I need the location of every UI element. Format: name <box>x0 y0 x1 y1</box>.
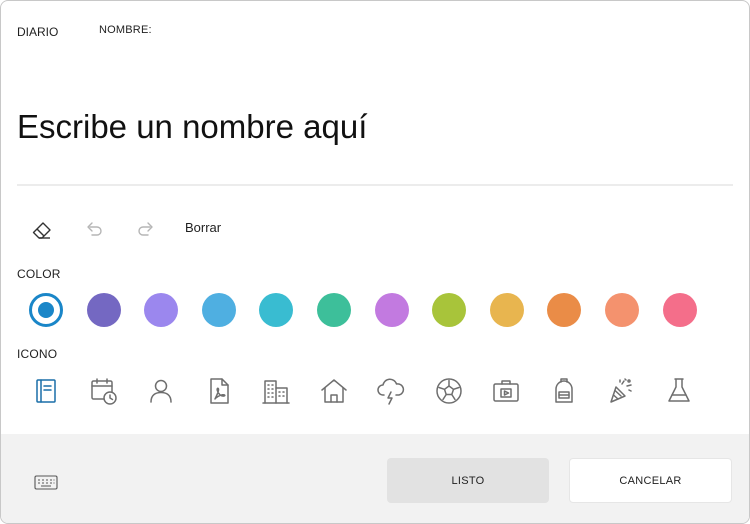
color-swatch[interactable] <box>374 293 409 327</box>
party-popper-icon <box>610 378 632 403</box>
icon-option[interactable] <box>86 371 122 411</box>
eraser-icon <box>32 222 51 239</box>
diario-label: DIARIO <box>17 25 59 39</box>
color-swatch[interactable] <box>144 293 179 327</box>
undo-icon <box>87 222 102 236</box>
color-swatch[interactable] <box>86 293 121 327</box>
color-swatches <box>29 293 729 329</box>
redo-icon <box>138 222 153 236</box>
divider <box>17 184 733 186</box>
color-section-label: COLOR <box>17 267 61 281</box>
color-swatch[interactable] <box>605 293 639 327</box>
icon-option[interactable] <box>373 371 409 411</box>
cancel-button[interactable]: CANCELAR <box>569 458 732 503</box>
color-swatch[interactable] <box>317 293 351 327</box>
backpack-icon <box>554 378 573 403</box>
icon-option[interactable] <box>28 371 64 411</box>
keyboard-icon <box>34 475 58 490</box>
icon-picker <box>29 371 729 411</box>
color-swatch[interactable] <box>662 293 697 327</box>
clear-button[interactable]: Borrar <box>185 220 221 235</box>
color-swatch[interactable] <box>432 293 467 327</box>
icon-option[interactable] <box>143 371 179 411</box>
nombre-label: NOMBRE: <box>99 24 152 36</box>
icon-option[interactable] <box>661 371 697 411</box>
icon-option[interactable] <box>258 371 294 411</box>
flask-icon <box>667 378 690 402</box>
pdf-document-icon <box>209 378 229 404</box>
suitcase-icon <box>493 380 519 402</box>
eraser-button[interactable] <box>25 213 59 247</box>
soccer-ball-icon <box>435 378 462 404</box>
buildings-icon <box>262 380 290 404</box>
calendar-clock-icon <box>90 378 117 405</box>
house-icon <box>320 379 347 403</box>
dialog-footer: LISTO CANCELAR <box>1 434 749 523</box>
icon-option[interactable] <box>316 371 352 411</box>
person-icon <box>150 379 172 403</box>
notebook-icon <box>36 379 56 403</box>
journal-name-input[interactable]: Escribe un nombre aquí <box>17 105 717 149</box>
redo-button[interactable] <box>129 213 163 247</box>
done-button[interactable]: LISTO <box>387 458 549 503</box>
color-swatch[interactable] <box>29 293 63 327</box>
undo-button[interactable] <box>77 213 111 247</box>
icon-option[interactable] <box>546 371 582 411</box>
color-swatch[interactable] <box>201 293 236 327</box>
new-journal-dialog: DIARIO NOMBRE: Escribe un nombre aquí Bo… <box>0 0 750 524</box>
color-swatch[interactable] <box>259 293 294 327</box>
icon-section-label: ICONO <box>17 347 58 361</box>
icon-option[interactable] <box>488 371 524 411</box>
storm-cloud-icon <box>377 378 405 405</box>
color-swatch[interactable] <box>547 293 582 327</box>
icon-option[interactable] <box>603 371 639 411</box>
icon-option[interactable] <box>201 371 237 411</box>
color-swatch[interactable] <box>489 293 524 327</box>
icon-option[interactable] <box>431 371 467 411</box>
keyboard-button[interactable] <box>34 474 58 492</box>
